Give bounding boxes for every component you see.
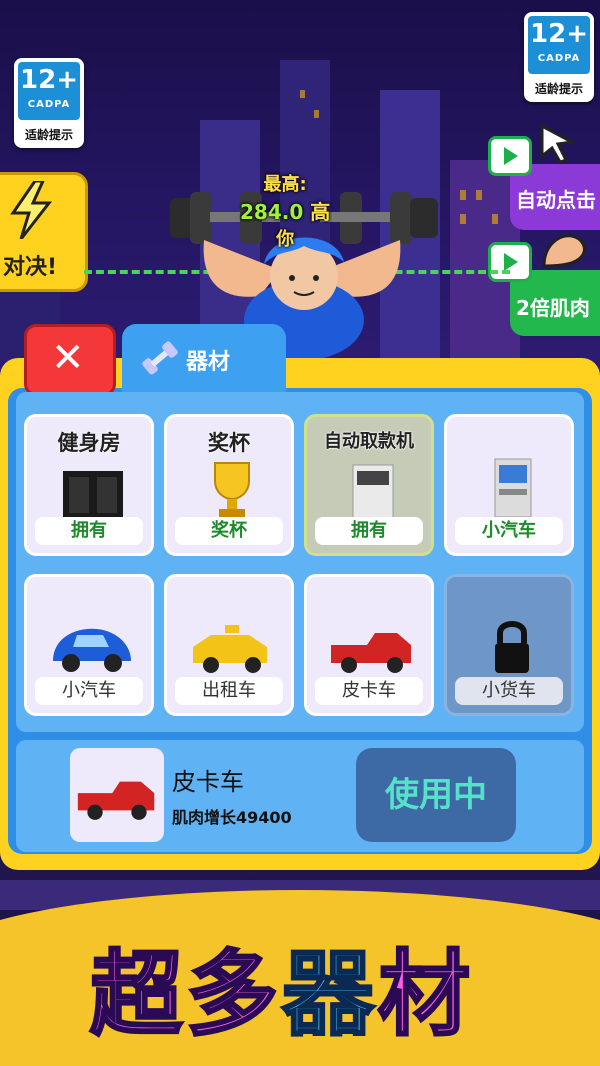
item-gym[interactable]: 健身房 拥有 [24,414,154,556]
pickup-truck-icon [77,781,155,820]
double-muscle-label: 2倍肌肉 [516,296,590,320]
blue-car-icon [53,628,131,672]
selected-item-name: 皮卡车 [172,768,244,796]
selected-item-detail: 皮卡车 肌肉增长49400 使用中 [16,740,584,852]
record-unit: 高 [310,200,331,224]
tab-equipment-label: 器材 [186,350,231,375]
flex-arm-icon [542,234,586,268]
trophy-icon [214,462,250,517]
equipment-grid: 健身房 拥有 奖杯 奖杯 自动取款机 拥有 小汽车 小汽车 出租车 皮卡车 小货… [16,392,584,732]
item-van-locked[interactable]: 小货车 [444,574,574,716]
you-marker: 你 [276,229,295,250]
item-pickup[interactable]: 皮卡车 [304,574,434,716]
age-rating-badge-right: 12+ CADPA 适龄提示 [524,12,594,102]
cursor-icon [540,123,577,164]
item-taxi[interactable]: 出租车 [164,574,294,716]
close-button[interactable]: ✕ [24,324,116,396]
close-icon: ✕ [51,335,85,381]
play-video-icon-2[interactable] [488,242,532,282]
record-label: 最高: [263,174,307,195]
high-score: 最高: 284.0 高 你 [240,170,330,251]
promo-banner-title: 超多器材 [88,940,475,1050]
item-small-car-locked-preview[interactable]: 小汽车 [444,414,574,556]
pickup-truck-icon [331,633,411,673]
record-value: 284.0 [240,200,304,224]
lock-icon [495,621,529,673]
age-rating-badge: 12+ CADPA 适龄提示 [14,58,84,148]
duel-button[interactable]: 对决! [0,172,88,292]
tab-equipment[interactable]: 器材 [122,324,286,396]
gym-building-icon [63,471,123,519]
item-atm[interactable]: 自动取款机 拥有 [304,414,434,556]
kiosk-icon [494,458,532,518]
selected-item-stat: 肌肉增长49400 [172,808,292,827]
duel-label: 对决! [3,255,58,280]
play-video-icon[interactable] [488,136,532,176]
lightning-icon [10,181,53,239]
dumbbell-icon [142,341,178,375]
auto-click-label: 自动点击 [516,188,596,212]
item-small-car[interactable]: 小汽车 [24,574,154,716]
taxi-icon [193,625,267,673]
selected-item-thumb [70,748,164,842]
atm-icon [352,464,394,519]
in-use-button[interactable]: 使用中 [356,748,516,842]
item-trophy[interactable]: 奖杯 奖杯 [164,414,294,556]
